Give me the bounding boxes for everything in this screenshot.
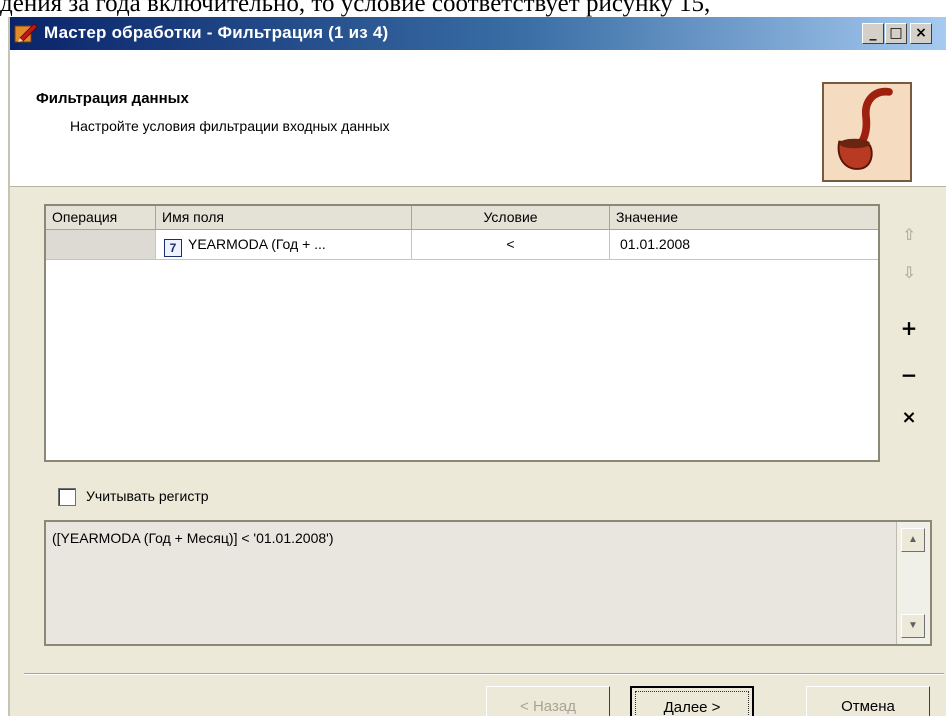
- header-title: Фильтрация данных: [36, 90, 189, 107]
- cancel-button[interactable]: Отмена: [806, 686, 930, 716]
- move-down-arrow-icon[interactable]: ⇩: [896, 260, 922, 286]
- scroll-down-arrow-icon[interactable]: ▼: [901, 614, 925, 638]
- clear-conditions-x-icon[interactable]: ×: [896, 405, 922, 431]
- condition-cell[interactable]: <: [412, 230, 610, 260]
- grid-header: Операция Имя поля Условие Значение: [46, 206, 878, 230]
- column-header-operation[interactable]: Операция: [46, 206, 156, 229]
- footer-divider: [24, 673, 944, 675]
- filter-expression-textarea[interactable]: ([YEARMODA (Год + Месяц)] < '01.01.2008'…: [44, 520, 932, 646]
- next-button[interactable]: Далее >: [630, 686, 754, 716]
- filter-expression-text: ([YEARMODA (Год + Месяц)] < '01.01.2008'…: [52, 530, 334, 546]
- expression-scrollbar[interactable]: ▲ ▼: [896, 522, 930, 644]
- value-cell[interactable]: 01.01.2008: [610, 230, 878, 260]
- add-condition-plus-icon[interactable]: +: [896, 315, 922, 341]
- processing-wizard-window: Мастер обработки - Фильтрация (1 из 4) _…: [8, 17, 946, 716]
- title-bar[interactable]: Мастер обработки - Фильтрация (1 из 4) _…: [10, 17, 946, 50]
- column-header-field-name[interactable]: Имя поля: [156, 206, 412, 229]
- filter-conditions-grid[interactable]: Операция Имя поля Условие Значение 7 YEAR…: [44, 204, 880, 462]
- case-sensitive-label[interactable]: Учитывать регистр: [86, 488, 209, 504]
- wizard-app-icon: [14, 23, 38, 43]
- back-button[interactable]: < Назад: [486, 686, 610, 716]
- window-title: Мастер обработки - Фильтрация (1 из 4): [44, 23, 389, 42]
- column-header-condition[interactable]: Условие: [412, 206, 610, 229]
- operation-cell[interactable]: [46, 230, 156, 260]
- wizard-header: Фильтрация данных Настройте условия филь…: [10, 50, 946, 187]
- maximize-button[interactable]: □: [885, 23, 907, 44]
- scroll-up-arrow-icon[interactable]: ▲: [901, 528, 925, 552]
- pipe-s-logo-icon: [822, 82, 912, 182]
- field-name-cell[interactable]: 7 YEARMODA (Год + ...: [156, 230, 412, 260]
- column-header-value[interactable]: Значение: [610, 206, 878, 229]
- move-up-arrow-icon[interactable]: ⇧: [896, 222, 922, 248]
- field-name-text: YEARMODA (Год + ...: [188, 236, 326, 252]
- remove-condition-minus-icon[interactable]: −: [896, 362, 922, 388]
- date-field-icon: 7: [164, 239, 182, 257]
- table-row[interactable]: 7 YEARMODA (Год + ... < 01.01.2008: [46, 230, 878, 260]
- case-sensitive-checkbox[interactable]: [58, 488, 76, 506]
- close-button[interactable]: ×: [910, 23, 932, 44]
- document-caption-fragment: дения за года включительно, то условие с…: [0, 0, 711, 17]
- header-subtitle: Настройте условия фильтрации входных дан…: [70, 118, 390, 134]
- minimize-button[interactable]: _: [862, 23, 884, 44]
